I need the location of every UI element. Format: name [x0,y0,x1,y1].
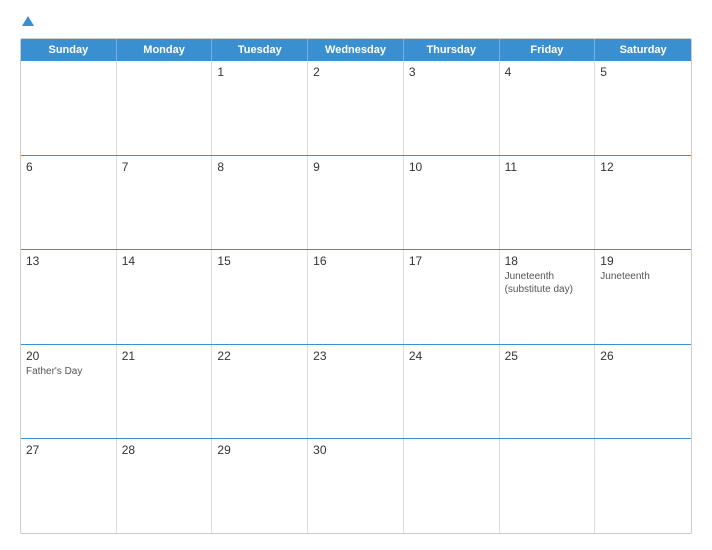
day-number: 4 [505,65,590,79]
day-number: 9 [313,160,398,174]
cal-cell: 16 [308,250,404,344]
cal-cell: 20 Father's Day [21,345,117,439]
day-number: 10 [409,160,494,174]
day-number: 28 [122,443,207,457]
cal-cell: 26 [595,345,691,439]
cal-cell: 17 [404,250,500,344]
cal-cell: 4 [500,61,596,155]
day-number: 17 [409,254,494,268]
day-number: 19 [600,254,686,268]
cal-cell: 3 [404,61,500,155]
calendar-header: SundayMondayTuesdayWednesdayThursdayFrid… [21,39,691,61]
day-number: 27 [26,443,111,457]
day-number: 11 [505,160,590,174]
cal-cell: 18 Juneteenth (substitute day) [500,250,596,344]
cal-cell: 10 [404,156,500,250]
cal-week: 27 28 29 30 [21,439,691,533]
day-number: 8 [217,160,302,174]
day-number: 20 [26,349,111,363]
calendar-page: SundayMondayTuesdayWednesdayThursdayFrid… [0,0,712,550]
cal-cell: 6 [21,156,117,250]
cal-cell: 25 [500,345,596,439]
day-number: 6 [26,160,111,174]
day-number: 5 [600,65,686,79]
calendar-grid: SundayMondayTuesdayWednesdayThursdayFrid… [20,38,692,534]
day-number: 16 [313,254,398,268]
day-number: 3 [409,65,494,79]
cal-cell: 8 [212,156,308,250]
logo-row [20,16,34,26]
cal-cell [117,61,213,155]
cal-cell: 1 [212,61,308,155]
day-number: 29 [217,443,302,457]
cal-week: 20 Father's Day 21 22 23 24 25 26 [21,345,691,440]
day-number: 30 [313,443,398,457]
cal-cell: 28 [117,439,213,533]
day-event: Father's Day [26,365,111,378]
cal-cell: 14 [117,250,213,344]
cal-header-day: Thursday [404,39,500,61]
cal-cell: 27 [21,439,117,533]
page-header [20,16,692,26]
cal-cell: 5 [595,61,691,155]
logo [20,16,34,26]
cal-cell [21,61,117,155]
day-number: 1 [217,65,302,79]
cal-header-day: Monday [117,39,213,61]
cal-week: 131415161718Juneteenth (substitute day)1… [21,250,691,345]
cal-week: 12345 [21,61,691,156]
cal-cell: 9 [308,156,404,250]
day-number: 7 [122,160,207,174]
cal-cell: 13 [21,250,117,344]
cal-cell: 7 [117,156,213,250]
cal-cell [500,439,596,533]
cal-header-day: Tuesday [212,39,308,61]
cal-cell [595,439,691,533]
cal-cell: 2 [308,61,404,155]
logo-triangle-icon [22,16,34,26]
day-number: 15 [217,254,302,268]
cal-header-day: Friday [500,39,596,61]
cal-week: 6789 10 11 12 [21,156,691,251]
day-event: Juneteenth (substitute day) [505,270,590,296]
day-number: 2 [313,65,398,79]
day-number: 22 [217,349,302,363]
day-number: 21 [122,349,207,363]
day-number: 14 [122,254,207,268]
cal-cell: 15 [212,250,308,344]
cal-cell: 11 [500,156,596,250]
day-event: Juneteenth [600,270,686,283]
day-number: 18 [505,254,590,268]
day-number: 26 [600,349,686,363]
cal-cell: 19 Juneteenth [595,250,691,344]
day-number: 25 [505,349,590,363]
cal-cell: 23 [308,345,404,439]
cal-cell: 30 [308,439,404,533]
day-number: 12 [600,160,686,174]
calendar-body: 123456789101112131415161718Juneteenth (s… [21,61,691,533]
cal-cell: 22 [212,345,308,439]
day-number: 24 [409,349,494,363]
cal-header-day: Wednesday [308,39,404,61]
day-number: 13 [26,254,111,268]
cal-cell [404,439,500,533]
cal-cell: 29 [212,439,308,533]
day-number: 23 [313,349,398,363]
cal-cell: 24 [404,345,500,439]
cal-cell: 21 [117,345,213,439]
cal-cell: 12 [595,156,691,250]
cal-header-day: Sunday [21,39,117,61]
cal-header-day: Saturday [595,39,691,61]
